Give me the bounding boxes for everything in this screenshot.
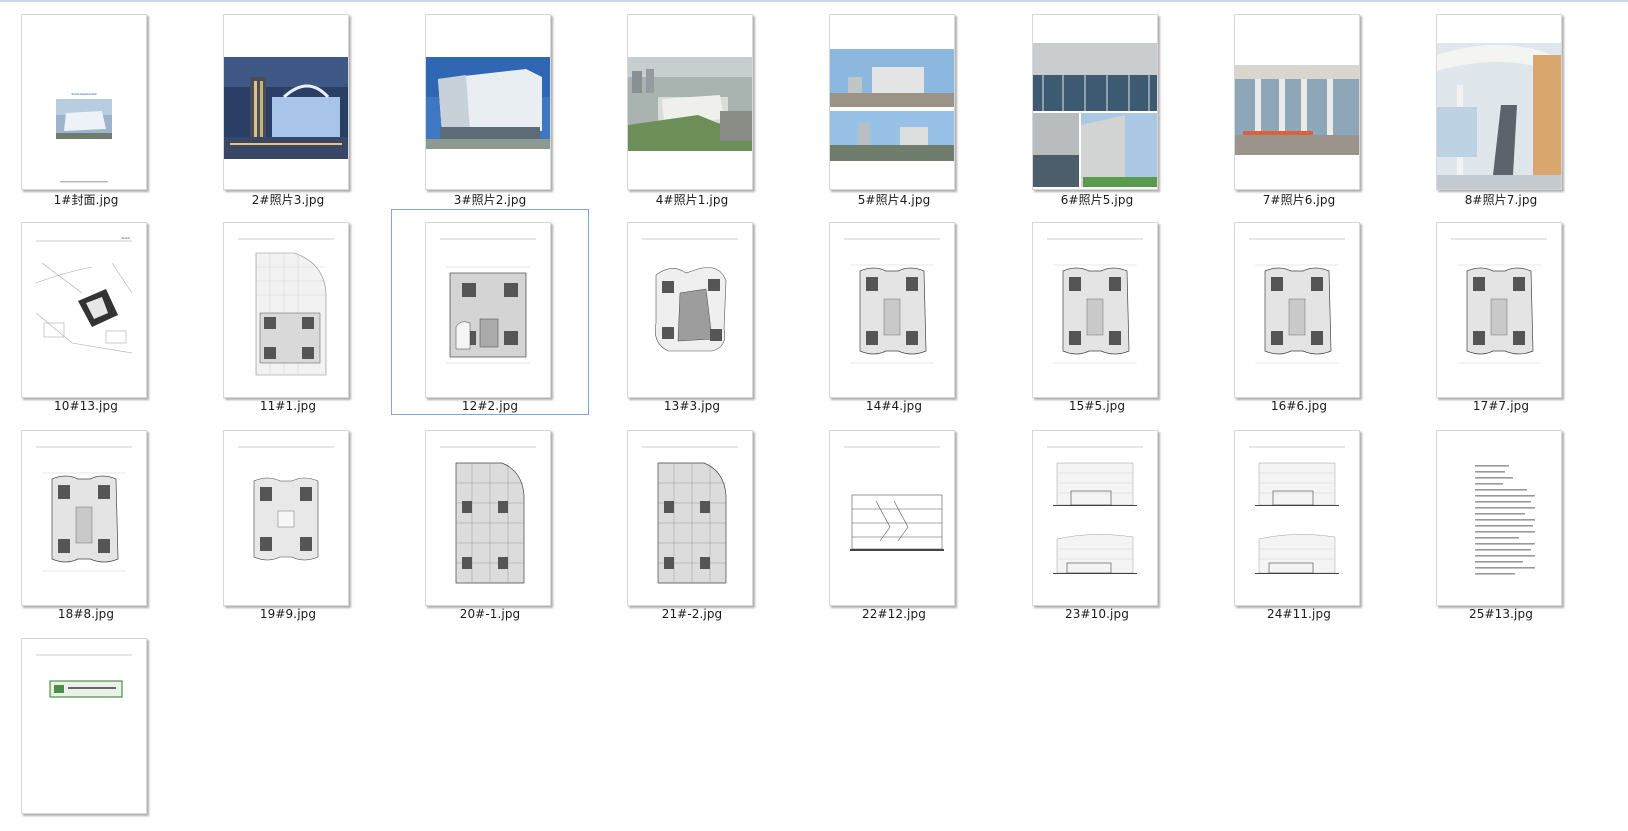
thumbnail-image[interactable] xyxy=(21,430,147,606)
file-thumbnail-item[interactable]: 19#9.jpg xyxy=(189,417,387,623)
file-thumbnail-item[interactable]: 5#照片4.jpg xyxy=(795,1,993,207)
thumbnail-image[interactable] xyxy=(1436,430,1562,606)
file-name-label: 21#-2.jpg xyxy=(661,607,723,621)
file-thumbnail-item[interactable]: 13#3.jpg xyxy=(593,209,791,415)
thumbnail-image[interactable] xyxy=(1436,14,1562,190)
file-thumbnail-item[interactable]: 6#照片5.jpg xyxy=(998,1,1196,207)
file-name-label: 3#照片2.jpg xyxy=(453,193,527,207)
file-thumbnail-item[interactable]: 4#照片1.jpg xyxy=(593,1,791,207)
file-name-label: 7#照片6.jpg xyxy=(1262,193,1336,207)
thumbnail-image[interactable]: ▬▬▬▬▬▬▬▬▬ xyxy=(21,14,147,190)
file-name-label: 18#8.jpg xyxy=(57,607,115,621)
file-name-label: 14#4.jpg xyxy=(865,399,923,413)
thumbnail-image[interactable] xyxy=(627,430,753,606)
thumbnail-image[interactable]: ▬▬▬ xyxy=(21,222,147,398)
svg-text:▬▬▬: ▬▬▬ xyxy=(121,236,130,240)
thumbnail-image[interactable] xyxy=(829,14,955,190)
file-name-label: 16#6.jpg xyxy=(1270,399,1328,413)
file-name-label: 17#7.jpg xyxy=(1472,399,1530,413)
file-name-label: 4#照片1.jpg xyxy=(655,193,729,207)
file-thumbnail-item[interactable]: 17#7.jpg xyxy=(1402,209,1600,415)
thumbnail-image[interactable] xyxy=(1032,14,1158,190)
file-thumbnail-item[interactable]: 11#1.jpg xyxy=(189,209,387,415)
thumbnail-image[interactable] xyxy=(1032,222,1158,398)
file-thumbnail-item[interactable]: 2#照片3.jpg xyxy=(189,1,387,207)
thumbnail-image[interactable] xyxy=(425,14,551,190)
thumbnail-image[interactable] xyxy=(1032,430,1158,606)
thumbnail-image[interactable] xyxy=(627,14,753,190)
file-name-label: 5#照片4.jpg xyxy=(857,193,931,207)
file-thumbnail-item[interactable]: ▬▬▬ 10#13.jpg xyxy=(0,209,185,415)
file-thumbnail-item[interactable]: 23#10.jpg xyxy=(998,417,1196,623)
thumbnail-image[interactable] xyxy=(425,430,551,606)
thumbnail-image[interactable] xyxy=(1234,14,1360,190)
file-thumbnail-item[interactable]: 18#8.jpg xyxy=(0,417,185,623)
file-name-label: 23#10.jpg xyxy=(1065,607,1129,621)
file-thumbnail-item[interactable]: 3#照片2.jpg xyxy=(391,1,589,207)
file-name-label: 22#12.jpg xyxy=(862,607,926,621)
thumbnail-image[interactable] xyxy=(829,430,955,606)
file-thumbnail-item[interactable]: 15#5.jpg xyxy=(998,209,1196,415)
file-name-label: 11#1.jpg xyxy=(259,399,317,413)
file-thumbnail-item[interactable]: 20#-1.jpg xyxy=(391,417,589,623)
thumbnail-image[interactable] xyxy=(627,222,753,398)
file-name-label: 8#照片7.jpg xyxy=(1464,193,1538,207)
file-name-label: 12#2.jpg xyxy=(461,399,519,413)
file-name-label: 1#封面.jpg xyxy=(53,193,119,207)
thumbnail-image[interactable] xyxy=(21,638,147,814)
svg-text:▬▬▬▬▬▬▬▬▬: ▬▬▬▬▬▬▬▬▬ xyxy=(71,92,97,96)
file-name-label: 10#13.jpg xyxy=(54,399,118,413)
thumbnail-image[interactable] xyxy=(223,430,349,606)
thumbnail-image[interactable] xyxy=(1234,430,1360,606)
thumbnail-image[interactable] xyxy=(829,222,955,398)
file-thumbnail-item[interactable]: 14#4.jpg xyxy=(795,209,993,415)
file-thumbnail-item[interactable]: 25#13.jpg xyxy=(1402,417,1600,623)
thumbnail-image[interactable] xyxy=(425,222,551,398)
file-name-label: 15#5.jpg xyxy=(1068,399,1126,413)
file-name-label: 13#3.jpg xyxy=(663,399,721,413)
thumbnail-image[interactable] xyxy=(1234,222,1360,398)
file-thumbnail-item[interactable]: 22#12.jpg xyxy=(795,417,993,623)
file-thumbnail-item[interactable]: 21#-2.jpg xyxy=(593,417,791,623)
file-thumbnail-item[interactable]: 24#11.jpg xyxy=(1200,417,1398,623)
thumbnail-image[interactable] xyxy=(223,14,349,190)
file-name-label: 6#照片5.jpg xyxy=(1060,193,1134,207)
thumbnail-image[interactable] xyxy=(1436,222,1562,398)
file-name-label: 24#11.jpg xyxy=(1267,607,1331,621)
file-name-label: 20#-1.jpg xyxy=(459,607,521,621)
file-thumbnail-item[interactable]: ▬▬▬▬▬▬▬▬▬ 1#封面.jpg xyxy=(0,1,185,207)
file-thumbnail-item[interactable]: 12#2.jpg xyxy=(391,209,589,415)
file-name-label: 19#9.jpg xyxy=(259,607,317,621)
file-thumbnail-item[interactable]: 7#照片6.jpg xyxy=(1200,1,1398,207)
file-name-label: 2#照片3.jpg xyxy=(251,193,325,207)
file-thumbnail-item[interactable]: 16#6.jpg xyxy=(1200,209,1398,415)
file-thumbnail-item[interactable]: 8#照片7.jpg xyxy=(1402,1,1600,207)
file-thumbnail-item[interactable] xyxy=(0,625,185,831)
file-name-label: 25#13.jpg xyxy=(1469,607,1533,621)
thumbnail-image[interactable] xyxy=(223,222,349,398)
